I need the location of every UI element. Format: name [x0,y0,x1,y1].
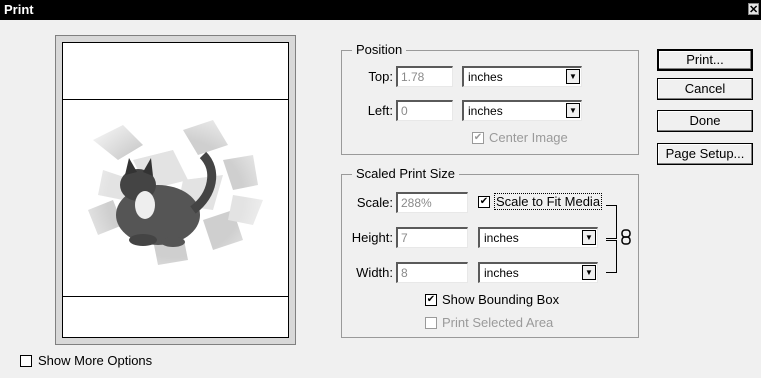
window-title: Print [4,2,34,17]
width-unit-select[interactable]: inches ▼ [478,262,598,283]
top-unit-value: inches [468,70,503,84]
top-unit-select[interactable]: inches ▼ [462,66,582,87]
dropdown-arrow-icon: ▼ [582,265,596,280]
show-more-options-checkbox[interactable] [20,355,32,367]
left-input[interactable]: 0 [396,100,453,121]
height-unit-value: inches [484,231,519,245]
height-unit-select[interactable]: inches ▼ [478,227,598,248]
chain-link-icon[interactable] [621,229,631,245]
dropdown-arrow-icon: ▼ [566,103,580,118]
show-bounding-box-checkbox[interactable]: ✔ [425,294,437,306]
constrain-bracket [606,240,617,273]
height-label: Height: [351,230,393,245]
position-legend: Position [352,42,407,57]
done-button[interactable]: Done [657,110,753,132]
width-label: Width: [356,265,393,280]
preview-page [62,42,289,338]
scale-to-fit-checkbox[interactable]: ✔ [478,196,490,208]
left-unit-value: inches [468,104,503,118]
print-button[interactable]: Print... [657,49,753,71]
left-unit-select[interactable]: inches ▼ [462,100,582,121]
show-more-options-label: Show More Options [38,353,153,368]
print-selected-area-label: Print Selected Area [442,315,554,330]
scale-input[interactable]: 288% [396,192,468,213]
show-bounding-box-label: Show Bounding Box [442,292,560,307]
title-bar: Print ✕ [0,0,761,20]
page-setup-button[interactable]: Page Setup... [657,143,753,165]
dropdown-arrow-icon: ▼ [582,230,596,245]
print-selected-area-checkbox[interactable] [425,317,437,329]
width-input[interactable]: 8 [396,262,468,283]
center-image-checkbox[interactable]: ✔ [472,132,484,144]
top-input[interactable]: 1.78 [396,66,453,87]
scale-label: Scale: [356,195,393,210]
width-unit-value: inches [484,266,519,280]
left-label: Left: [367,103,393,118]
constrain-bracket [606,205,617,239]
height-input[interactable]: 7 [396,227,468,248]
cancel-button[interactable]: Cancel [657,78,753,100]
scaled-print-size-legend: Scaled Print Size [352,166,459,181]
top-label: Top: [368,69,393,84]
center-image-label: Center Image [489,130,568,145]
preview-image [62,99,289,297]
close-button[interactable]: ✕ [748,3,759,16]
scale-to-fit-label: Scale to Fit Media [493,193,603,210]
dropdown-arrow-icon: ▼ [566,69,580,84]
print-preview [55,35,296,345]
